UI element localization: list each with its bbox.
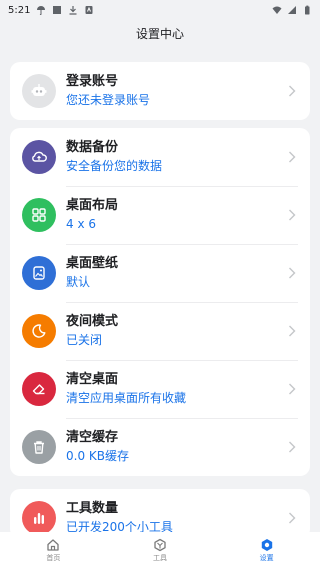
nav-tools[interactable]: 工具 — [120, 538, 200, 563]
chevron-right-icon — [289, 441, 296, 453]
grid-layout-icon — [32, 208, 46, 222]
setting-title: 数据备份 — [66, 140, 119, 155]
wifi-icon — [272, 6, 282, 14]
moon-icon — [32, 324, 46, 338]
setting-wallpaper[interactable]: 桌面壁纸 默认 — [10, 244, 310, 302]
settings-icon — [261, 538, 272, 551]
setting-clear-desktop[interactable]: 清空桌面 清空应用桌面所有收藏 — [10, 360, 310, 418]
robot-avatar-icon — [31, 84, 47, 96]
chevron-right-icon — [289, 383, 296, 395]
nav-home-label: 首页 — [46, 553, 61, 562]
status-time: 5:21 — [8, 4, 31, 16]
battery-icon — [305, 5, 310, 15]
chevron-right-icon — [289, 209, 296, 221]
setting-title: 桌面壁纸 — [66, 256, 119, 271]
square-notification-icon — [53, 6, 62, 14]
setting-clear-cache[interactable]: 清空缓存 0.0 KB缓存 — [10, 418, 310, 476]
nav-settings-label: 设置 — [259, 553, 274, 562]
setting-desktop-layout[interactable]: 桌面布局 4 x 6 — [10, 186, 310, 244]
setting-title: 清空桌面 — [66, 372, 119, 387]
chevron-right-icon — [289, 151, 296, 163]
login-card[interactable]: 登录账号 您还未登录账号 — [10, 62, 310, 120]
setting-title: 清空缓存 — [66, 430, 119, 445]
clear-desktop-icon-badge — [22, 372, 56, 406]
trash-icon — [34, 441, 44, 454]
setting-subtitle: 默认 — [66, 275, 91, 289]
login-subtitle: 您还未登录账号 — [66, 93, 151, 107]
setting-subtitle: 已关闭 — [66, 333, 103, 347]
eraser-icon — [32, 384, 45, 395]
bottom-nav: 首页 工具 设置 — [0, 532, 320, 568]
home-icon — [47, 538, 59, 551]
cloud-backup-icon — [32, 151, 47, 162]
night-mode-icon-badge — [22, 314, 56, 348]
tools-count-title: 工具数量 — [66, 501, 119, 516]
data-backup-icon-badge — [22, 140, 56, 174]
chevron-right-icon — [289, 267, 296, 279]
settings-list: 数据备份 安全备份您的数据 桌面布局 4 x 6 桌面壁纸 默认 夜间模式 已关… — [10, 128, 310, 476]
nav-settings[interactable]: 设置 — [227, 538, 307, 563]
avatar — [22, 74, 56, 108]
login-title: 登录账号 — [66, 74, 119, 89]
desktop-layout-icon-badge — [22, 198, 56, 232]
nav-tools-label: 工具 — [152, 553, 167, 562]
setting-subtitle: 0.0 KB缓存 — [66, 449, 130, 463]
chevron-right-icon — [289, 325, 296, 337]
chevron-right-icon — [289, 512, 296, 524]
toolbox-icon — [154, 538, 166, 551]
app-notification-icon — [85, 6, 93, 14]
setting-subtitle: 4 x 6 — [66, 217, 96, 231]
signal-icon — [288, 6, 296, 14]
setting-title: 夜间模式 — [66, 314, 119, 329]
setting-subtitle: 清空应用桌面所有收藏 — [66, 391, 187, 405]
nav-home[interactable]: 首页 — [13, 538, 93, 563]
wallpaper-icon — [33, 266, 45, 280]
setting-night-mode[interactable]: 夜间模式 已关闭 — [10, 302, 310, 360]
status-bar: 5:21 — [0, 0, 320, 20]
tools-count-icon-badge — [22, 501, 56, 535]
umbrella-icon — [37, 6, 46, 15]
bar-chart-icon — [34, 513, 44, 524]
login-row[interactable]: 登录账号 您还未登录账号 — [10, 62, 310, 120]
page-title: 设置中心 — [135, 26, 184, 41]
wallpaper-icon-badge — [22, 256, 56, 290]
clear-cache-icon-badge — [22, 430, 56, 464]
setting-subtitle: 安全备份您的数据 — [66, 159, 163, 173]
setting-title: 桌面布局 — [66, 198, 119, 213]
chevron-right-icon — [289, 85, 296, 97]
setting-data-backup[interactable]: 数据备份 安全备份您的数据 — [10, 128, 310, 186]
download-icon — [69, 6, 77, 15]
